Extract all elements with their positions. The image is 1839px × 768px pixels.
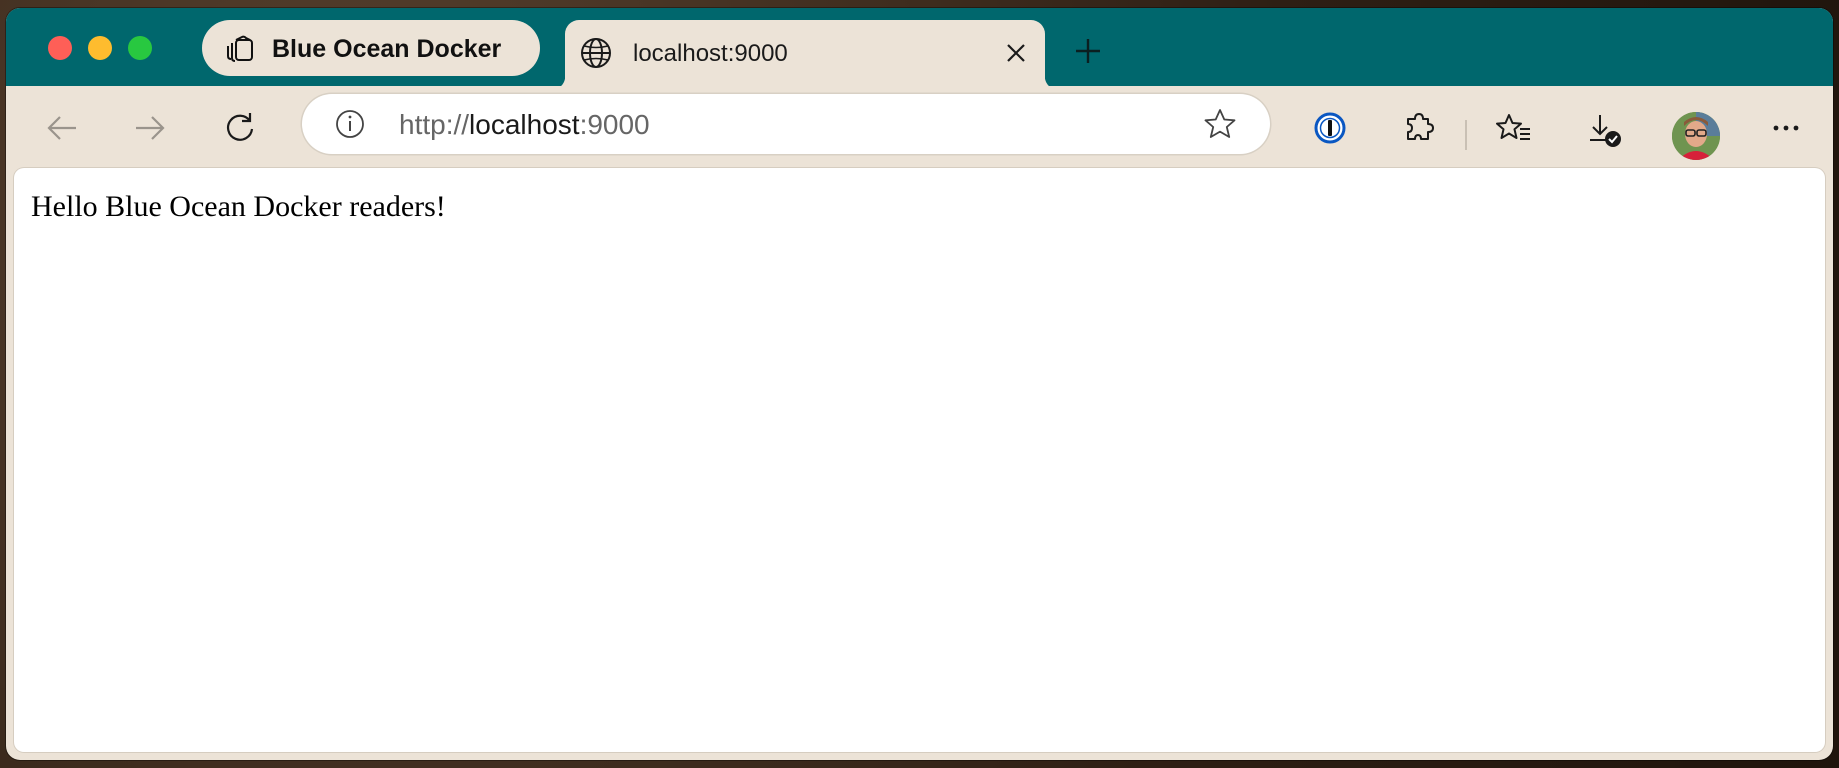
browser-window: Blue Ocean Docker localhost:9000 http://… (6, 8, 1833, 760)
zoom-window-button[interactable] (128, 36, 152, 60)
tab-group-blue-ocean-docker[interactable]: Blue Ocean Docker (202, 20, 540, 76)
more-options-icon[interactable] (1768, 110, 1804, 146)
globe-icon (581, 38, 611, 68)
favorites-icon[interactable] (1496, 110, 1532, 146)
url-port: :9000 (579, 109, 650, 140)
new-tab-icon[interactable] (1073, 36, 1103, 66)
page-content: Hello Blue Ocean Docker readers! (14, 168, 1825, 752)
url-scheme: http:// (399, 109, 470, 140)
address-bar[interactable]: http://localhost:9000 (302, 94, 1270, 154)
url-host: localhost (469, 109, 580, 140)
site-info-icon[interactable] (334, 108, 366, 140)
avatar[interactable] (1672, 112, 1720, 160)
minimize-window-button[interactable] (88, 36, 112, 60)
extensions-icon[interactable] (1401, 110, 1437, 146)
downloads-icon[interactable] (1586, 112, 1622, 148)
back-icon[interactable] (44, 110, 80, 146)
add-favorite-star-icon[interactable] (1202, 106, 1238, 142)
reload-icon[interactable] (222, 110, 258, 146)
tab-group-label: Blue Ocean Docker (272, 35, 502, 63)
close-window-button[interactable] (48, 36, 72, 60)
forward-icon[interactable] (132, 110, 168, 146)
password-manager-icon[interactable] (1312, 110, 1348, 146)
tab-title: localhost:9000 (633, 40, 788, 67)
profile-photo (1672, 112, 1720, 160)
tab-localhost[interactable]: localhost:9000 (551, 20, 1059, 90)
toolbar-separator (1465, 120, 1467, 150)
url-text[interactable]: http://localhost:9000 (399, 109, 650, 141)
close-tab-icon[interactable] (1003, 40, 1029, 66)
title-bar: Blue Ocean Docker localhost:9000 (6, 8, 1833, 90)
page-body-text: Hello Blue Ocean Docker readers! (31, 190, 446, 223)
collections-icon (227, 35, 253, 62)
